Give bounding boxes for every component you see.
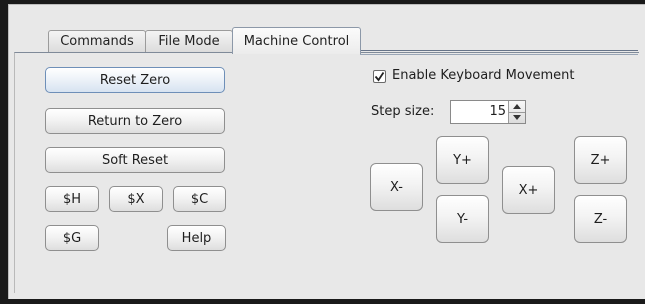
jog-y-plus-button[interactable]: Y+ [436, 136, 489, 184]
parser-state-g-button[interactable]: $G [45, 225, 99, 251]
step-size-spinner[interactable]: 15 [450, 100, 526, 124]
tab-file-mode[interactable]: File Mode [145, 30, 233, 52]
tab-machine-control[interactable]: Machine Control [232, 27, 361, 54]
tab-commands[interactable]: Commands [48, 30, 146, 52]
help-button[interactable]: Help [167, 225, 226, 251]
jog-z-minus-button[interactable]: Z- [574, 195, 627, 243]
reset-zero-button[interactable]: Reset Zero [45, 67, 225, 93]
soft-reset-button[interactable]: Soft Reset [45, 147, 225, 173]
check-c-button[interactable]: $C [173, 186, 226, 212]
checkmark-icon [374, 72, 385, 82]
jog-x-minus-button[interactable]: X- [370, 163, 423, 211]
jog-y-minus-button[interactable]: Y- [436, 195, 489, 243]
spin-divider [509, 112, 525, 113]
enable-keyboard-label: Enable Keyboard Movement [392, 68, 575, 83]
step-size-value[interactable]: 15 [451, 101, 506, 123]
window-edge [0, 0, 8, 304]
jog-z-plus-button[interactable]: Z+ [574, 136, 627, 184]
spin-down-icon[interactable] [513, 115, 521, 120]
enable-keyboard-checkbox[interactable] [373, 70, 386, 83]
home-h-button[interactable]: $H [45, 186, 99, 212]
spin-up-icon[interactable] [513, 104, 521, 109]
kill-alarm-x-button[interactable]: $X [109, 186, 163, 212]
step-size-arrows[interactable] [508, 101, 525, 123]
return-to-zero-button[interactable]: Return to Zero [45, 108, 225, 134]
step-size-label: Step size: [371, 104, 435, 119]
jog-x-plus-button[interactable]: X+ [502, 166, 555, 214]
tab-strip-line [360, 50, 638, 55]
